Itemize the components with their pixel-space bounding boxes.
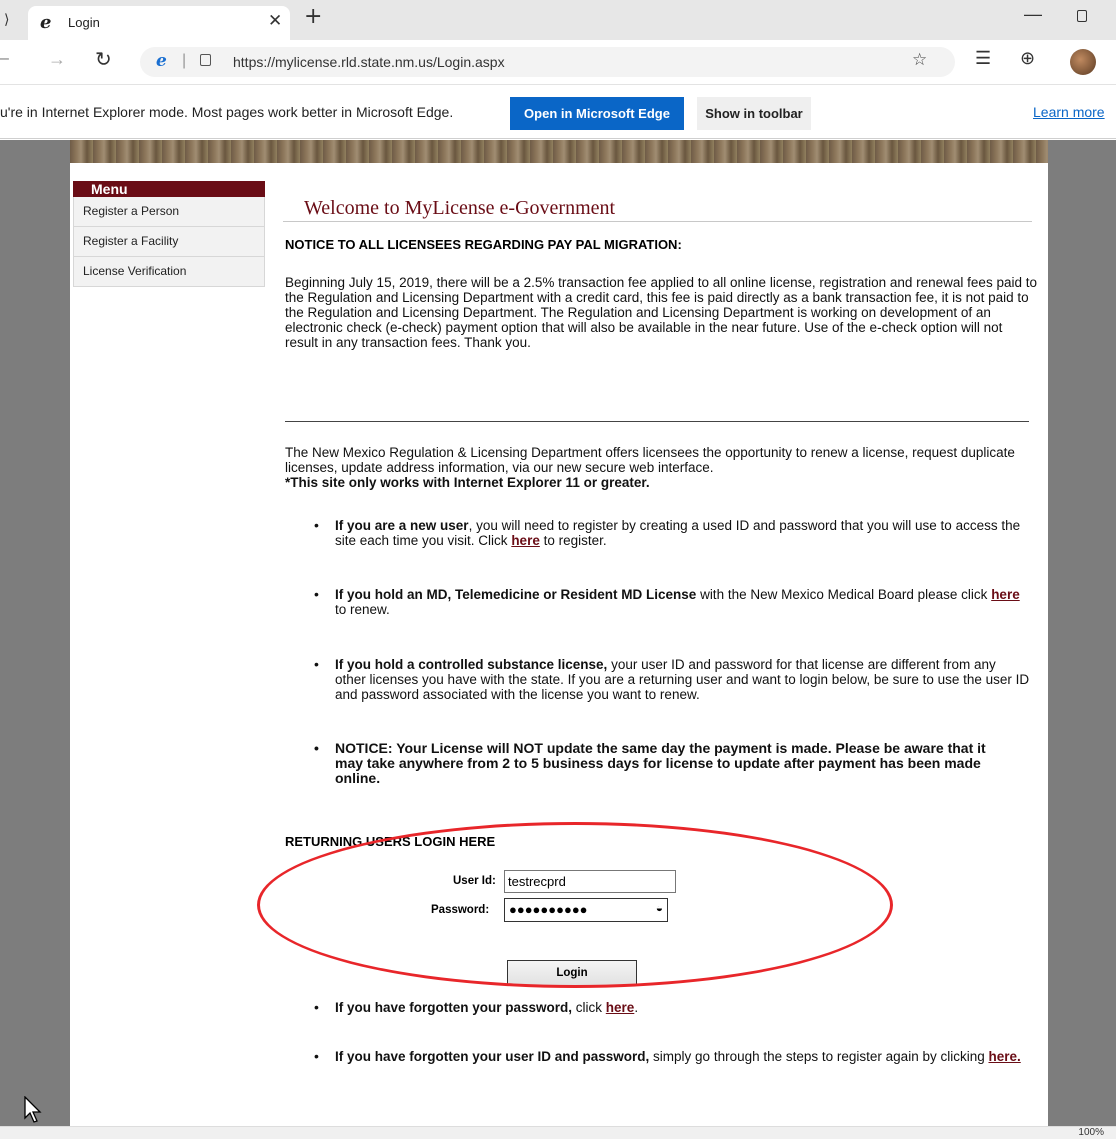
list-item-controlled-substance: If you hold a controlled substance licen…: [310, 657, 1030, 702]
page-viewport[interactable]: Menu Register a Person Register a Facili…: [0, 140, 1116, 1126]
favorites-icon[interactable]: ☰: [975, 48, 991, 69]
notice-heading: NOTICE TO ALL LICENSEES REGARDING PAY PA…: [285, 237, 682, 252]
forgot-password-text: click: [572, 1000, 606, 1015]
forgot-userid-text: simply go through the steps to register …: [649, 1049, 989, 1064]
md-tail: to renew.: [335, 602, 390, 617]
menu-item-register-person[interactable]: Register a Person: [73, 197, 265, 227]
menu-title: Menu: [73, 181, 265, 197]
url-text[interactable]: https://mylicense.rld.state.nm.us/Login.…: [233, 54, 505, 70]
forgot-password-tail: .: [634, 1000, 639, 1015]
menu-item-register-facility[interactable]: Register a Facility: [73, 227, 265, 257]
address-toolbar: – → ↻ e | https://mylicense.rld.state.nm…: [0, 40, 1116, 84]
show-in-toolbar-button[interactable]: Show in toolbar: [697, 97, 811, 130]
list-item-update-notice: NOTICE: Your License will NOT update the…: [310, 741, 1000, 786]
back-icon[interactable]: –: [0, 50, 9, 68]
list-item-forgot-password: If you have forgotten your password, cli…: [310, 1000, 1030, 1015]
header-banner: [70, 140, 1048, 163]
cs-bold: If you hold a controlled substance licen…: [335, 657, 608, 672]
menu-item-license-verification[interactable]: License Verification: [73, 257, 265, 287]
internet-explorer-icon: e: [40, 12, 52, 33]
add-favorite-icon[interactable]: ☆: [912, 50, 927, 70]
forgot-userid-bold: If you have forgotten your user ID and p…: [335, 1049, 650, 1064]
profile-avatar[interactable]: [1070, 49, 1096, 75]
open-in-edge-button[interactable]: Open in Microsoft Edge: [510, 97, 684, 130]
md-text: with the New Mexico Medical Board please…: [696, 587, 992, 602]
learn-more-link[interactable]: Learn more: [1033, 104, 1105, 120]
forward-icon[interactable]: →: [48, 49, 66, 70]
ie-mode-message: u're in Internet Explorer mode. Most pag…: [0, 104, 454, 120]
title-divider: [283, 221, 1032, 222]
lock-icon[interactable]: [200, 54, 211, 66]
ie-mode-icon[interactable]: e: [156, 51, 167, 71]
new-tab-icon[interactable]: +: [304, 4, 322, 29]
zoom-level[interactable]: 100%: [1078, 1127, 1104, 1138]
tab-login[interactable]: e Login ✕: [28, 6, 290, 40]
mouse-cursor-icon: [24, 1096, 42, 1123]
minimize-icon[interactable]: —: [1024, 4, 1042, 25]
collections-icon[interactable]: ⊕: [1020, 48, 1035, 69]
list-item-forgot-userid: If you have forgotten your user ID and p…: [310, 1049, 1030, 1064]
forgot-userid-here-link[interactable]: here.: [988, 1049, 1020, 1064]
intro-text: The New Mexico Regulation & Licensing De…: [285, 445, 1037, 490]
md-bold: If you hold an MD, Telemedicine or Resid…: [335, 587, 697, 602]
list-item-md-license: If you hold an MD, Telemedicine or Resid…: [310, 587, 1030, 617]
md-renew-here-link[interactable]: here: [991, 587, 1020, 602]
new-user-tail: to register.: [539, 533, 607, 548]
update-notice-text: NOTICE: Your License will NOT update the…: [335, 740, 986, 786]
ie-mode-infobar: u're in Internet Explorer mode. Most pag…: [0, 84, 1116, 139]
url-separator: |: [182, 52, 187, 69]
status-bar: 100%: [0, 1126, 1116, 1139]
section-divider: [285, 421, 1029, 422]
side-menu: Menu Register a Person Register a Facili…: [73, 181, 265, 287]
tab-title: Login: [68, 15, 100, 30]
refresh-icon[interactable]: ↻: [95, 47, 112, 72]
page-title: Welcome to MyLicense e-Government: [304, 197, 616, 219]
highlight-ellipse: [257, 822, 893, 988]
ie-requirement: *This site only works with Internet Expl…: [285, 475, 650, 490]
new-user-bold: If you are a new user: [335, 518, 469, 533]
maximize-icon[interactable]: [1077, 10, 1087, 22]
page-content: Menu Register a Person Register a Facili…: [70, 163, 1048, 1126]
close-tab-icon[interactable]: ✕: [268, 11, 282, 31]
intro-paragraph: The New Mexico Regulation & Licensing De…: [285, 445, 1015, 475]
notice-body: Beginning July 15, 2019, there will be a…: [285, 275, 1037, 350]
tab-strip: ⟩ e Login ✕ + —: [0, 0, 1116, 40]
address-bar[interactable]: e | https://mylicense.rld.state.nm.us/Lo…: [140, 47, 955, 77]
window-menu-icon[interactable]: ⟩: [4, 11, 9, 28]
forgot-password-here-link[interactable]: here: [606, 1000, 635, 1015]
register-here-link[interactable]: here: [511, 533, 540, 548]
list-item-new-user: If you are a new user, you will need to …: [310, 518, 1030, 548]
forgot-password-bold: If you have forgotten your password,: [335, 1000, 573, 1015]
